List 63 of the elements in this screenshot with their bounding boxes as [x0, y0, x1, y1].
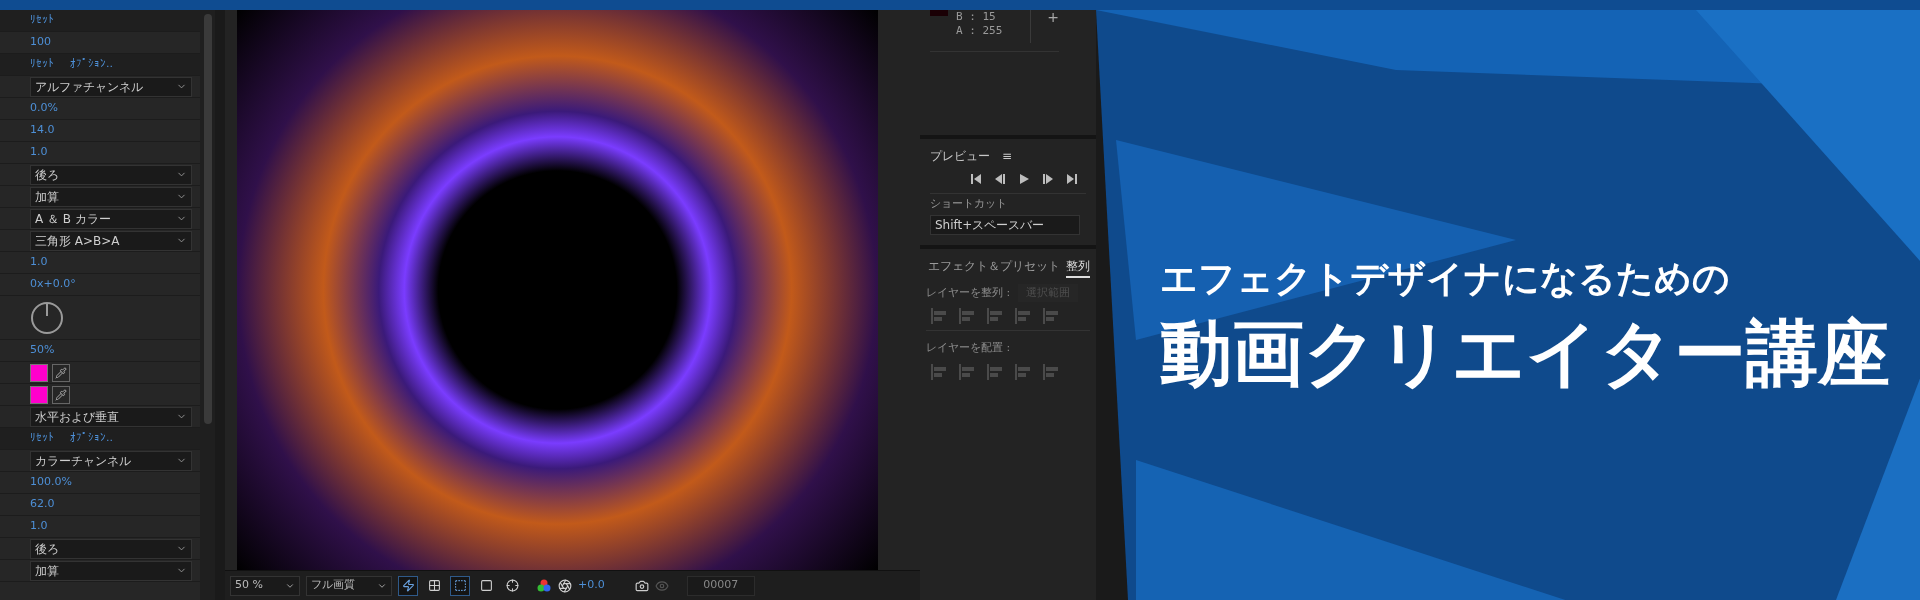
property-value[interactable]: 1.0: [30, 254, 48, 271]
shortcut-label: ショートカット: [930, 196, 1008, 212]
color-channels-icon[interactable]: [536, 577, 552, 594]
info-line: B : 15: [956, 10, 997, 24]
info-line: A : 255: [956, 24, 1003, 38]
property-value[interactable]: 14.0: [30, 122, 55, 139]
property-dropdown[interactable]: 後ろ: [30, 538, 192, 559]
view-option-icon: [401, 579, 415, 592]
reset-link[interactable]: ｵﾌﾟｼｮﾝ..: [70, 56, 113, 73]
panel-title: プレビュー: [930, 148, 990, 165]
previous-frame-icon[interactable]: [994, 173, 1006, 185]
view-toggle[interactable]: [450, 575, 470, 596]
view-toggle[interactable]: [398, 575, 418, 596]
reset-link[interactable]: ﾘｾｯﾄ: [30, 12, 54, 29]
add-button[interactable]: +: [1047, 10, 1060, 43]
zoom-dropdown[interactable]: 50 %: [230, 575, 300, 596]
property-value[interactable]: 0.0%: [30, 100, 58, 117]
property-dropdown[interactable]: A ＆ B カラー: [30, 208, 192, 229]
exposure-value[interactable]: +0.0: [578, 577, 605, 594]
banner-title: 動画クリエイター講座: [1160, 316, 1891, 389]
property-dropdown[interactable]: 加算: [30, 560, 192, 581]
property-value[interactable]: 100.0%: [30, 474, 72, 491]
color-swatch[interactable]: [30, 385, 48, 404]
property-dropdown[interactable]: カラーチャンネル: [30, 450, 192, 471]
reset-link[interactable]: ﾘｾｯﾄ: [30, 430, 54, 447]
last-frame-icon[interactable]: [1066, 173, 1078, 185]
angle-dial[interactable]: [30, 300, 64, 335]
view-option-icon: [453, 579, 467, 592]
property-dropdown[interactable]: 三角形 A>B>A: [30, 230, 192, 251]
scrollbar-thumb[interactable]: [203, 14, 212, 424]
property-dropdown[interactable]: 水平および垂直: [30, 406, 192, 427]
eyedropper-icon[interactable]: [52, 363, 70, 382]
property-value[interactable]: 0x+0.0°: [30, 276, 76, 293]
distribute-label: レイヤーを配置 :: [926, 341, 1011, 354]
aperture-icon[interactable]: [558, 578, 572, 593]
property-value[interactable]: 1.0: [30, 518, 48, 535]
property-dropdown[interactable]: 加算: [30, 186, 192, 207]
panel-menu[interactable]: ≡: [1002, 147, 1013, 165]
view-option-icon: [505, 579, 519, 592]
align-label: レイヤーを整列 :: [926, 284, 1011, 301]
frame-field[interactable]: 00007: [686, 575, 755, 596]
property-value[interactable]: 50%: [30, 342, 55, 359]
view-option-icon: [427, 579, 441, 592]
reset-link[interactable]: ｵﾌﾟｼｮﾝ..: [70, 430, 113, 447]
color-swatch[interactable]: [30, 363, 48, 382]
property-value[interactable]: 1.0: [30, 144, 48, 161]
panel-tab[interactable]: エフェクト＆プリセット: [928, 257, 1060, 278]
first-frame-icon[interactable]: [970, 173, 982, 185]
panel-tab[interactable]: 整列: [1066, 257, 1090, 278]
banner-subtitle: エフェクトデザイナになるための: [1160, 256, 1731, 303]
eyedropper-icon[interactable]: [52, 385, 70, 404]
next-frame-icon[interactable]: [1042, 173, 1054, 185]
property-dropdown[interactable]: アルファチャンネル: [30, 76, 192, 97]
property-value[interactable]: 100: [30, 34, 51, 51]
camera-icon[interactable]: [634, 578, 649, 593]
color-sample: [930, 10, 948, 16]
resolution-dropdown[interactable]: フル画質: [306, 575, 392, 596]
view-option-icon: [479, 579, 493, 592]
property-value[interactable]: 62.0: [30, 496, 55, 513]
reset-link[interactable]: ﾘｾｯﾄ: [30, 56, 54, 73]
play-icon[interactable]: [1018, 173, 1030, 185]
property-dropdown[interactable]: 後ろ: [30, 164, 192, 185]
shortcut-dropdown[interactable]: Shift+スペースバー: [930, 214, 1080, 235]
